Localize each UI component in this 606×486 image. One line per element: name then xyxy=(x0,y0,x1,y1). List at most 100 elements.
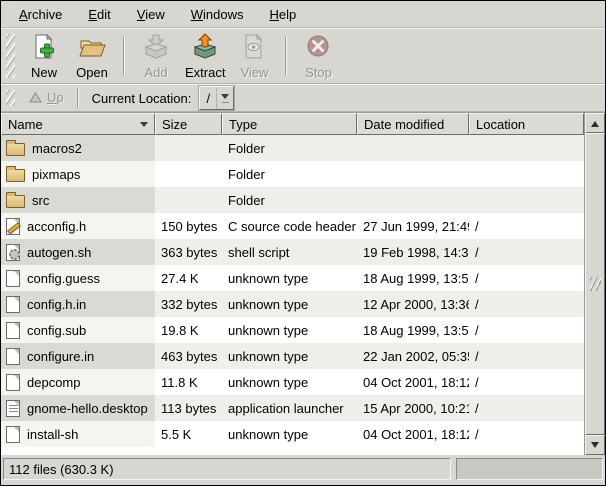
new-button-label: New xyxy=(31,66,57,80)
table-row[interactable]: autogen.sh 363 bytes shell script 19 Feb… xyxy=(1,239,584,265)
column-header-date-modified[interactable]: Date modified xyxy=(357,113,469,135)
status-secondary-panel xyxy=(456,458,603,480)
location-dropdown-button[interactable] xyxy=(217,87,233,109)
file-size: 463 bytes xyxy=(155,343,222,369)
file-location: / xyxy=(469,369,584,395)
scroll-down-button[interactable] xyxy=(585,435,605,455)
file-type: C source code header xyxy=(222,213,357,239)
sort-indicator-icon xyxy=(140,122,148,131)
document-icon xyxy=(6,270,20,287)
table-row[interactable]: gnome-hello.desktop 113 bytes applicatio… xyxy=(1,395,584,421)
file-name: install-sh xyxy=(27,427,78,442)
file-type: Folder xyxy=(222,187,357,213)
scrollbar-track[interactable] xyxy=(585,133,605,435)
menu-windows-mnemonic: W xyxy=(191,7,203,22)
new-button[interactable]: New xyxy=(20,31,68,82)
file-size: 27.4 K xyxy=(155,265,222,291)
menu-edit-label: dit xyxy=(97,7,111,22)
file-name: autogen.sh xyxy=(27,245,91,260)
menu-view-mnemonic: V xyxy=(137,7,145,22)
file-location: / xyxy=(469,239,584,265)
vertical-scrollbar[interactable] xyxy=(584,113,605,455)
file-type: unknown type xyxy=(222,421,357,447)
table-row[interactable]: acconfig.h 150 bytes C source code heade… xyxy=(1,213,584,239)
file-name: depcomp xyxy=(27,375,80,390)
menu-windows[interactable]: Windows xyxy=(178,1,257,27)
stop-button: Stop xyxy=(294,31,342,82)
column-header-location[interactable]: Location xyxy=(469,113,584,135)
table-row[interactable]: config.sub 19.8 K unknown type 18 Aug 19… xyxy=(1,317,584,343)
menu-view-label: iew xyxy=(145,7,165,22)
open-button[interactable]: Open xyxy=(68,31,116,82)
table-row[interactable]: macros2 Folder xyxy=(1,135,584,161)
menu-view[interactable]: View xyxy=(124,1,178,27)
file-size xyxy=(155,135,222,161)
table-row[interactable]: depcomp 11.8 K unknown type 04 Oct 2001,… xyxy=(1,369,584,395)
table-row[interactable]: src Folder xyxy=(1,187,584,213)
menu-edit[interactable]: Edit xyxy=(75,1,123,27)
menu-archive[interactable]: Archive xyxy=(6,1,75,27)
file-type: unknown type xyxy=(222,343,357,369)
folder-icon xyxy=(6,169,25,182)
location-combobox[interactable]: / xyxy=(199,86,234,110)
file-date: 12 Apr 2000, 13:36 xyxy=(357,291,469,317)
column-header-type-label: Type xyxy=(229,117,257,132)
file-date: 19 Feb 1998, 14:31 xyxy=(357,239,469,265)
file-location: / xyxy=(469,421,584,447)
file-location xyxy=(469,161,584,187)
add-button-label: Add xyxy=(144,66,167,80)
stop-button-label: Stop xyxy=(305,66,332,80)
up-button-mnemonic: U xyxy=(47,90,56,105)
extract-button[interactable]: Extract xyxy=(180,31,230,82)
stop-icon xyxy=(304,33,332,64)
extract-icon xyxy=(191,33,219,64)
view-button-label: View xyxy=(240,66,268,80)
file-size xyxy=(155,161,222,187)
open-folder-icon xyxy=(78,33,106,64)
file-type: Folder xyxy=(222,161,357,187)
column-header-size[interactable]: Size xyxy=(155,113,222,135)
toolbar-drag-handle[interactable] xyxy=(6,34,15,78)
table-row[interactable]: pixmaps Folder xyxy=(1,161,584,187)
file-date xyxy=(357,161,469,187)
file-date: 22 Jan 2002, 05:35 xyxy=(357,343,469,369)
column-header-type[interactable]: Type xyxy=(222,113,357,135)
menu-help[interactable]: Help xyxy=(256,1,309,27)
document-icon xyxy=(6,374,20,391)
column-header-name[interactable]: Name xyxy=(1,113,155,135)
table-row[interactable]: config.guess 27.4 K unknown type 18 Aug … xyxy=(1,265,584,291)
file-name: pixmaps xyxy=(32,167,80,182)
up-button: Up xyxy=(20,88,73,109)
table-row[interactable]: configure.in 463 bytes unknown type 22 J… xyxy=(1,343,584,369)
table-row[interactable]: install-sh 5.5 K unknown type 04 Oct 200… xyxy=(1,421,584,447)
file-location: / xyxy=(469,395,584,421)
scrollbar-grip xyxy=(590,277,601,291)
file-location: / xyxy=(469,213,584,239)
file-name: config.sub xyxy=(27,323,86,338)
location-value: / xyxy=(200,87,217,109)
menu-edit-mnemonic: E xyxy=(88,7,97,22)
file-size: 150 bytes xyxy=(155,213,222,239)
scrollbar-thumb[interactable] xyxy=(585,133,605,435)
file-location: / xyxy=(469,317,584,343)
file-date: 18 Aug 1999, 13:53 xyxy=(357,317,469,343)
toolbar-separator xyxy=(285,37,287,75)
file-date: 04 Oct 2001, 18:12 xyxy=(357,421,469,447)
folder-icon xyxy=(6,195,25,208)
scroll-up-button[interactable] xyxy=(585,113,605,133)
list-filler xyxy=(1,447,584,455)
file-name: macros2 xyxy=(32,141,82,156)
document-icon xyxy=(6,426,20,443)
menu-windows-label: indows xyxy=(203,7,243,22)
status-bar: 112 files (630.3 K) xyxy=(1,455,605,485)
file-date: 18 Aug 1999, 13:53 xyxy=(357,265,469,291)
arrow-up-icon xyxy=(591,117,599,127)
table-row[interactable]: config.h.in 332 bytes unknown type 12 Ap… xyxy=(1,291,584,317)
file-type: application launcher xyxy=(222,395,357,421)
file-size: 113 bytes xyxy=(155,395,222,421)
locationbar-drag-handle[interactable] xyxy=(6,90,15,106)
file-size: 11.8 K xyxy=(155,369,222,395)
file-size: 332 bytes xyxy=(155,291,222,317)
status-text: 112 files (630.3 K) xyxy=(9,462,114,477)
file-location: / xyxy=(469,265,584,291)
